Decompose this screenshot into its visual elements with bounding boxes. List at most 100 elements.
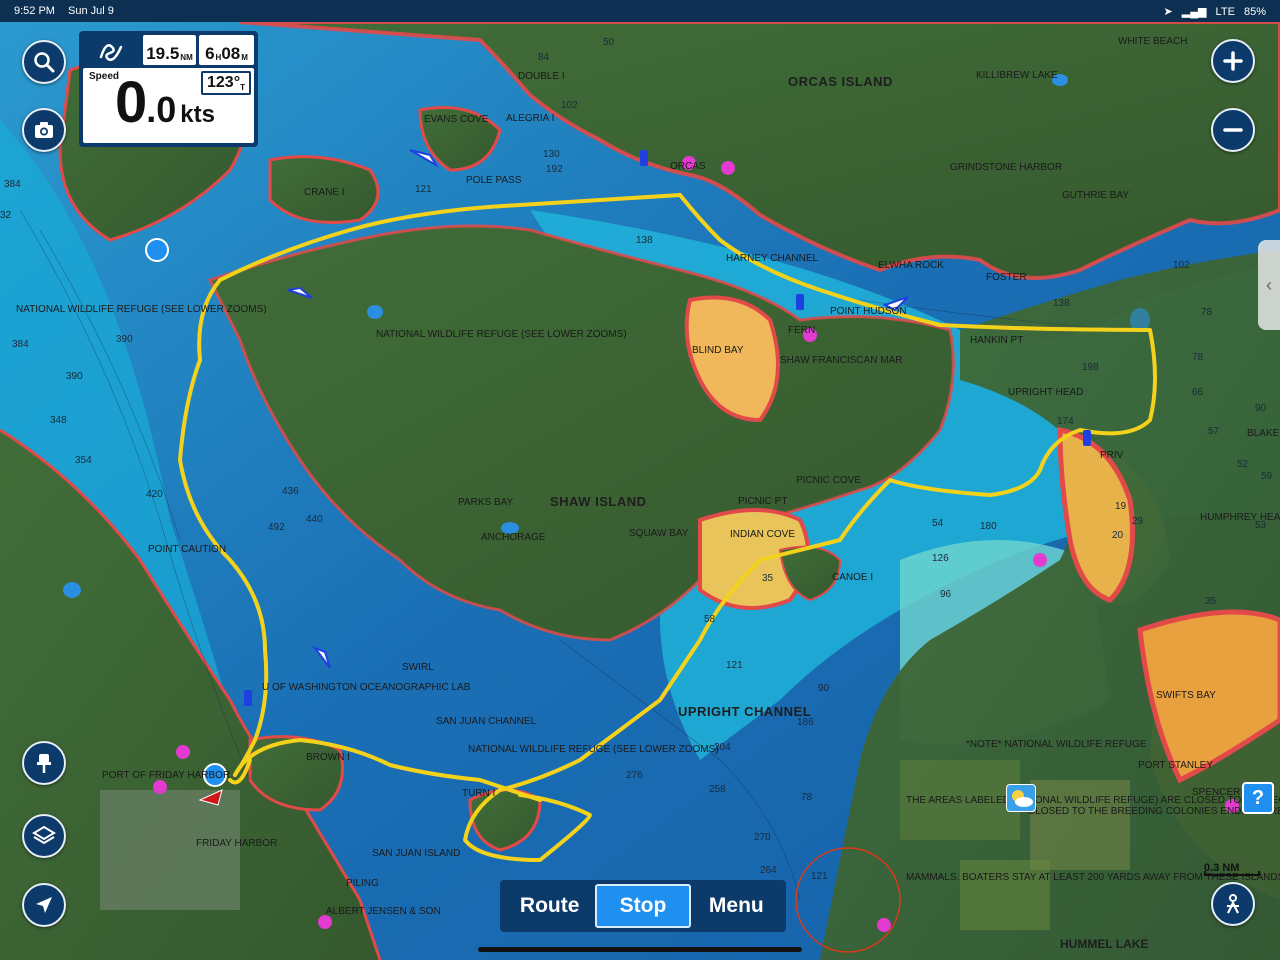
bottom-toolbar: Route Stop Menu (500, 880, 786, 932)
label-alegria-i: ALEGRIA I (506, 113, 554, 124)
weather-icon (1012, 790, 1033, 807)
person-button[interactable] (1211, 882, 1255, 926)
home-indicator (478, 947, 802, 952)
depth-sounding: 126 (932, 553, 949, 564)
depth-sounding: 258 (709, 784, 726, 795)
depth-sounding: 121 (415, 184, 432, 195)
label-pole-pass: POLE PASS (466, 175, 522, 186)
depth-sounding: 492 (268, 522, 285, 533)
label-albert-jensen: ALBERT JENSEN & SON (326, 906, 441, 917)
depth-sounding: 354 (75, 455, 92, 466)
weather-marker[interactable] (1006, 784, 1036, 812)
label-friday-harbor: FRIDAY HARBOR (196, 838, 277, 849)
search-button[interactable] (22, 40, 66, 84)
label-nwr-left: NATIONAL WILDLIFE REFUGE (SEE LOWER ZOOM… (16, 304, 267, 315)
depth-sounding: 54 (932, 518, 944, 529)
label-upright-head: UPRIGHT HEAD (1008, 387, 1083, 398)
scale-line (1204, 871, 1260, 876)
depth-sounding: 436 (282, 486, 299, 497)
depth-sounding: 35 (1205, 596, 1217, 607)
label-port-of-friday-harbor: PORT OF FRIDAY HARBOR (102, 770, 230, 781)
depth-sounding: 78 (801, 792, 813, 803)
depth-sounding: 180 (980, 521, 997, 532)
pin-icon (37, 754, 51, 773)
label-evans-cove: EVANS COVE (424, 114, 489, 125)
eta-box: 6 H 08 M (199, 35, 254, 65)
depth-sounding: 78 (1201, 307, 1213, 318)
label-crane-i: CRANE I (304, 187, 345, 198)
label-anchorage: ANCHORAGE (481, 532, 546, 543)
search-icon (34, 52, 55, 73)
depth-sounding: 59 (1261, 471, 1273, 482)
camera-icon (35, 122, 53, 138)
eta-minutes: 08 (221, 44, 241, 63)
label-parks-bay: PARKS BAY (458, 497, 514, 508)
scale-bar: 0.3 NM (1204, 862, 1264, 876)
status-battery: 85% (1243, 5, 1266, 18)
side-panel-tab[interactable]: ‹ (1258, 240, 1280, 330)
speed-dec: .0 (146, 89, 177, 130)
depth-sounding: 57 (1208, 426, 1220, 437)
label-guthrie-bay: GUTHRIE BAY (1062, 190, 1129, 201)
app-logo (83, 35, 140, 65)
label-point-hudson: POINT HUDSON (830, 306, 907, 317)
label-brown-i: BROWN I (306, 752, 350, 763)
status-time: 9:52 PM (14, 5, 55, 17)
locate-icon (36, 897, 52, 913)
depth-sounding: 96 (940, 589, 952, 600)
distance-value: 19.5 (146, 44, 180, 63)
zoom-in-icon (1223, 51, 1243, 71)
depth-sounding: 52 (1237, 459, 1249, 470)
logo-icon (100, 44, 123, 61)
depth-sounding: 35 (762, 573, 774, 584)
depth-sounding: 348 (50, 415, 67, 426)
camera-button[interactable] (22, 108, 66, 152)
label-nwr-center: NATIONAL WILDLIFE REFUGE (SEE LOWER ZOOM… (376, 329, 627, 340)
depth-sounding: 186 (797, 717, 814, 728)
label-hummel-lake: HUMMEL LAKE (1060, 937, 1148, 951)
depth-sounding: 90 (818, 683, 830, 694)
label-priv: PRIV (1100, 450, 1124, 461)
depth-sounding: 84 (538, 52, 550, 63)
label-shaw-island: SHAW ISLAND (550, 494, 647, 509)
depth-sounding: 138 (1053, 298, 1070, 309)
label-upright-channel: UPRIGHT CHANNEL (678, 704, 811, 719)
depth-sounding: 32 (0, 210, 12, 221)
route-button[interactable]: Route (504, 884, 595, 928)
depth-sounding: 390 (116, 334, 133, 345)
help-button[interactable]: ? (1242, 782, 1274, 814)
label-humphrey-head: HUMPHREY HEAD (1200, 512, 1280, 523)
distance-unit: NM (180, 53, 193, 62)
depth-sounding: 78 (1192, 352, 1204, 363)
zoom-out-button[interactable] (1211, 108, 1255, 152)
label-harney-channel: HARNEY CHANNEL (726, 253, 818, 264)
heading-ref: T (240, 82, 245, 92)
label-turn-i: TURN I (462, 788, 495, 799)
instrument-panel[interactable]: 19.5 NM 6 H 08 M Speed 0.0 kts 123° T (79, 31, 258, 147)
layers-button[interactable] (22, 814, 66, 858)
label-port-stanley: PORT STANLEY (1138, 760, 1213, 771)
label-san-juan-island: SAN JUAN ISLAND (372, 848, 460, 859)
depth-sounding: 440 (306, 514, 323, 525)
label-double-i: DOUBLE I (518, 71, 565, 82)
label-blake: BLAKE (1247, 428, 1280, 439)
label-piling: PILING (346, 878, 379, 889)
menu-button[interactable]: Menu (691, 884, 782, 928)
depth-sounding: 53 (1255, 520, 1267, 531)
label-swirl: SWIRL (402, 662, 434, 673)
depth-sounding: 192 (546, 164, 563, 175)
zoom-out-icon (1223, 128, 1243, 132)
label-point-caution: POINT CAUTION (148, 544, 226, 555)
stop-button[interactable]: Stop (595, 884, 691, 928)
label-picnic-cove: PICNIC COVE (796, 475, 861, 486)
eta-hours: 6 (205, 44, 215, 63)
locate-button[interactable] (22, 883, 66, 927)
depth-sounding: 384 (4, 179, 21, 190)
depth-sounding: 390 (66, 371, 83, 382)
label-fern: FERN (788, 325, 815, 336)
zoom-in-button[interactable] (1211, 39, 1255, 83)
label-uw-lab: U OF WASHINGTON OCEANOGRAPHIC LAB (262, 682, 471, 693)
depth-sounding: 20 (1112, 530, 1124, 541)
depth-sounding: 66 (1192, 387, 1204, 398)
pin-button[interactable] (22, 741, 66, 785)
